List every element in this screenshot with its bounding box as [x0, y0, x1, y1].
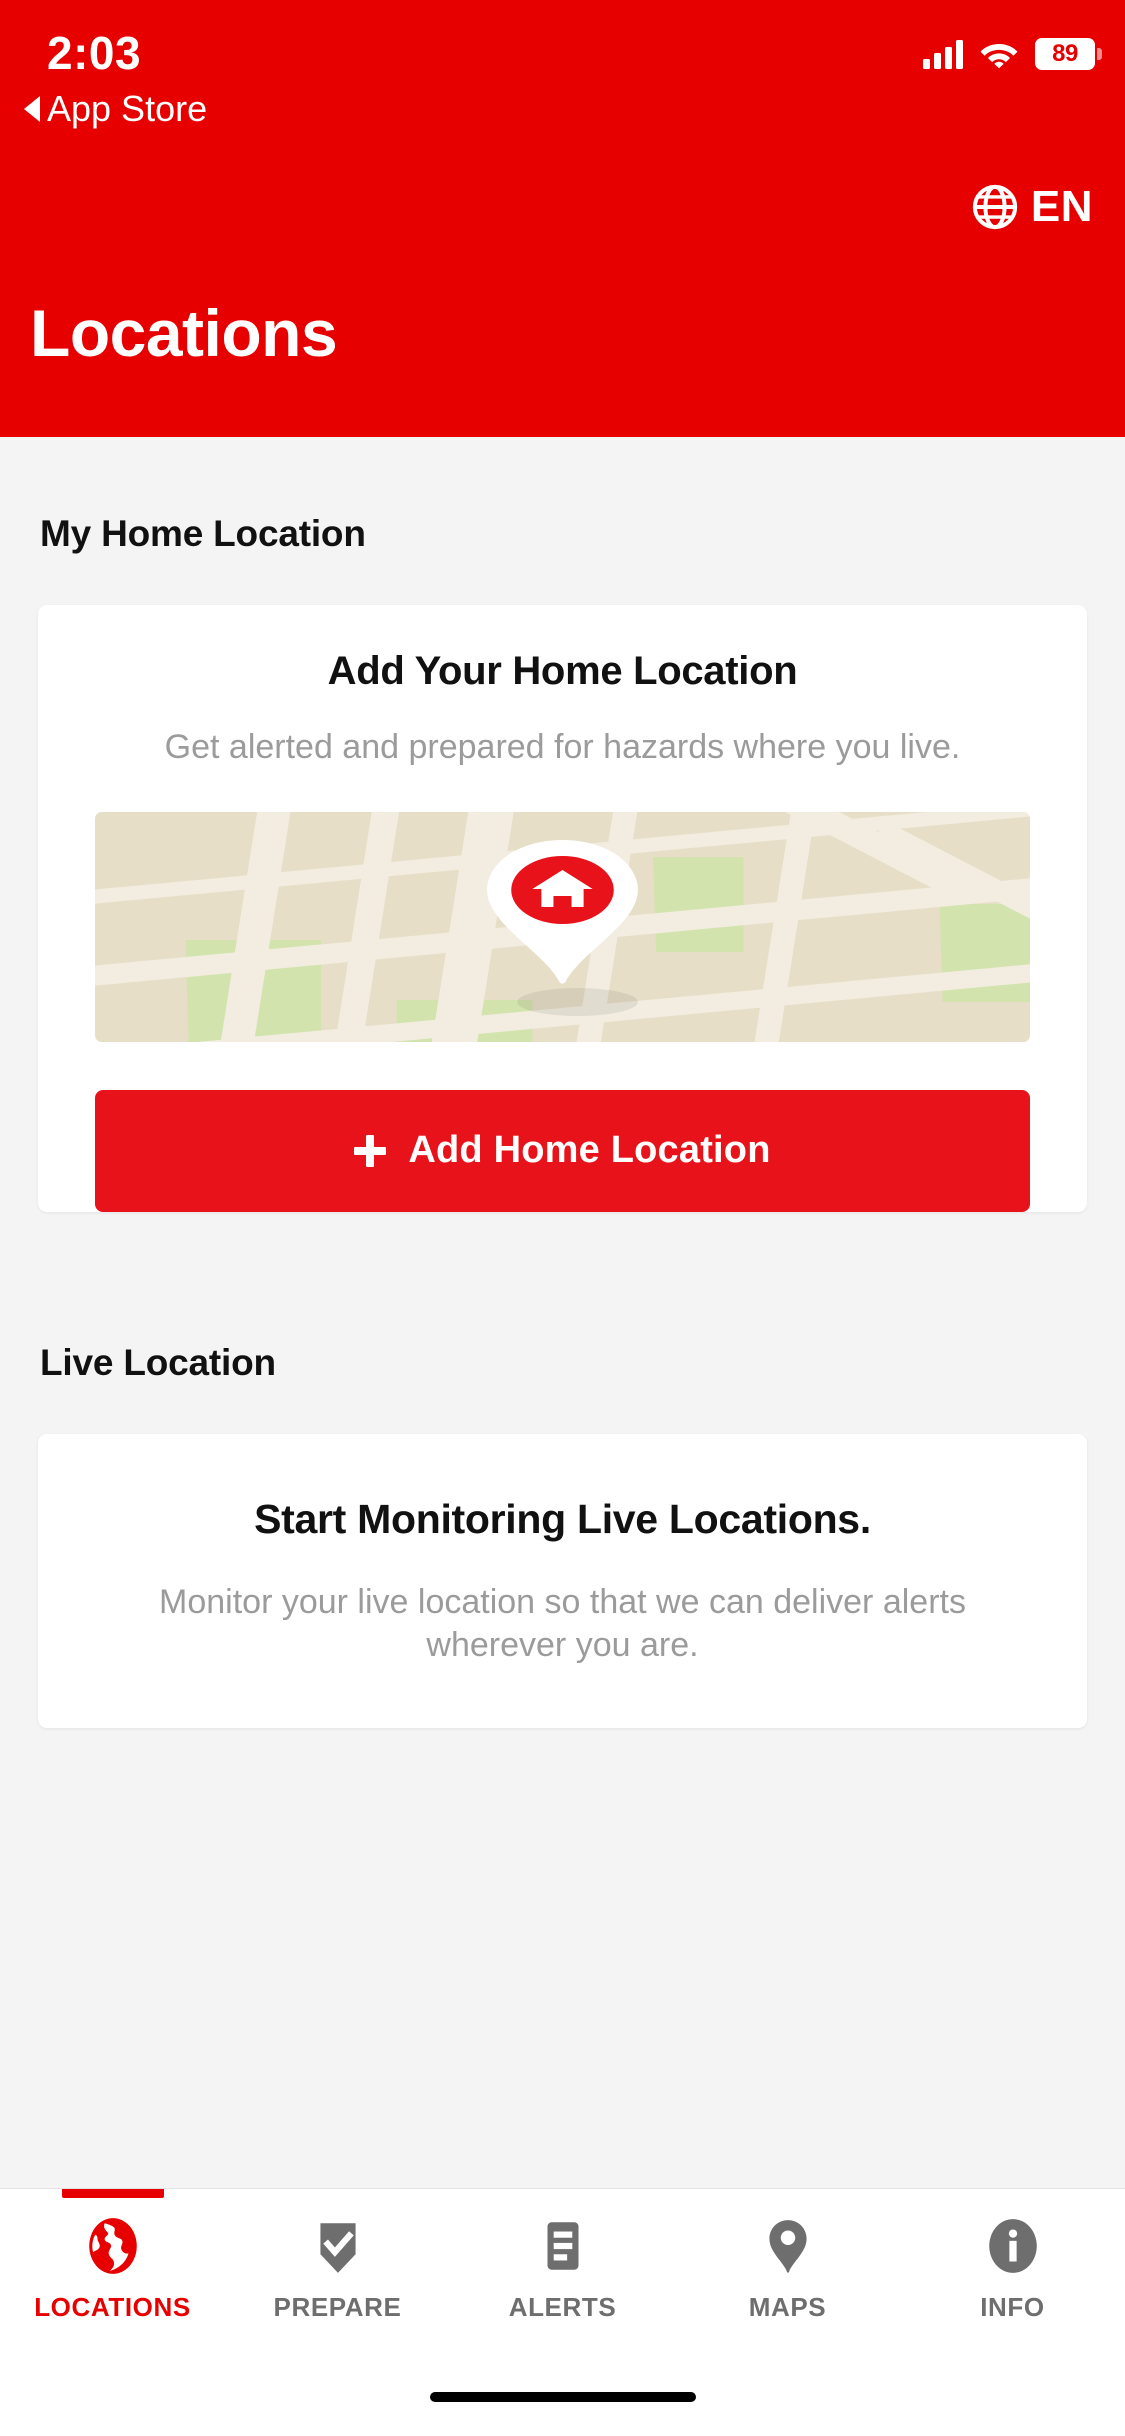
home-indicator — [429, 2392, 696, 2402]
back-label: App Store — [47, 88, 208, 129]
tab-info[interactable]: INFO — [900, 2189, 1125, 2341]
add-home-location-label: Add Home Location — [408, 1129, 771, 1172]
home-card-title: Add Your Home Location — [327, 649, 798, 693]
wifi-icon — [980, 44, 1018, 69]
document-lines-icon — [547, 2222, 578, 2270]
cellular-signal-icon — [923, 39, 963, 69]
battery-percent: 89 — [1052, 40, 1078, 67]
section-heading-home: My Home Location — [40, 513, 366, 554]
tab-label-maps: MAPS — [748, 2292, 827, 2322]
tab-label-prepare: PREPARE — [273, 2292, 402, 2322]
shield-check-icon — [319, 2223, 356, 2273]
page-title: Locations — [30, 296, 338, 370]
tab-label-locations: LOCATIONS — [34, 2292, 191, 2322]
tab-locations[interactable]: LOCATIONS — [0, 2189, 225, 2341]
app-screen: 2:03 App Store 89 EN Locations My Home L… — [0, 0, 1125, 2436]
app-header: 2:03 App Store 89 EN Locations — [0, 0, 1125, 437]
tab-alerts[interactable]: ALERTS — [450, 2189, 675, 2341]
home-location-card: Add Your Home Location Get alerted and p… — [38, 605, 1087, 1212]
language-selector-button[interactable]: EN — [972, 182, 1093, 232]
language-label: EN — [1030, 182, 1093, 231]
tab-maps[interactable]: MAPS — [675, 2189, 900, 2341]
content-scroll-area[interactable]: My Home Location Add Your Home Location … — [0, 437, 1125, 2188]
back-to-app-store-button[interactable]: App Store — [24, 88, 207, 130]
tab-label-info: INFO — [980, 2292, 1045, 2322]
tab-label-alerts: ALERTS — [508, 2292, 617, 2322]
globe-icon — [972, 184, 1018, 230]
tab-prepare[interactable]: PREPARE — [225, 2189, 450, 2341]
live-card-title: Start Monitoring Live Locations. — [254, 1495, 871, 1542]
globe-locations-icon — [88, 2218, 137, 2274]
plus-icon — [354, 1134, 387, 1167]
active-tab-indicator — [61, 2189, 164, 2198]
map-pin-icon — [768, 2220, 807, 2273]
battery-icon: 89 — [1035, 38, 1102, 70]
home-card-description: Get alerted and prepared for hazards whe… — [164, 728, 961, 766]
section-heading-live: Live Location — [40, 1341, 276, 1383]
add-home-location-button[interactable]: Add Home Location — [95, 1089, 1030, 1212]
live-location-card: Start Monitoring Live Locations. Monitor… — [38, 1433, 1087, 1728]
home-map-pin-icon — [95, 811, 1030, 1042]
status-bar-time: 2:03 — [47, 27, 142, 79]
live-card-description: Monitor your live location so that we ca… — [159, 1582, 966, 1665]
status-bar: 2:03 App Store 89 — [0, 0, 1125, 160]
back-arrow-icon — [24, 96, 40, 122]
status-bar-indicators: 89 — [923, 38, 1102, 70]
info-circle-icon — [988, 2219, 1037, 2273]
home-map-preview[interactable] — [95, 811, 1030, 1042]
